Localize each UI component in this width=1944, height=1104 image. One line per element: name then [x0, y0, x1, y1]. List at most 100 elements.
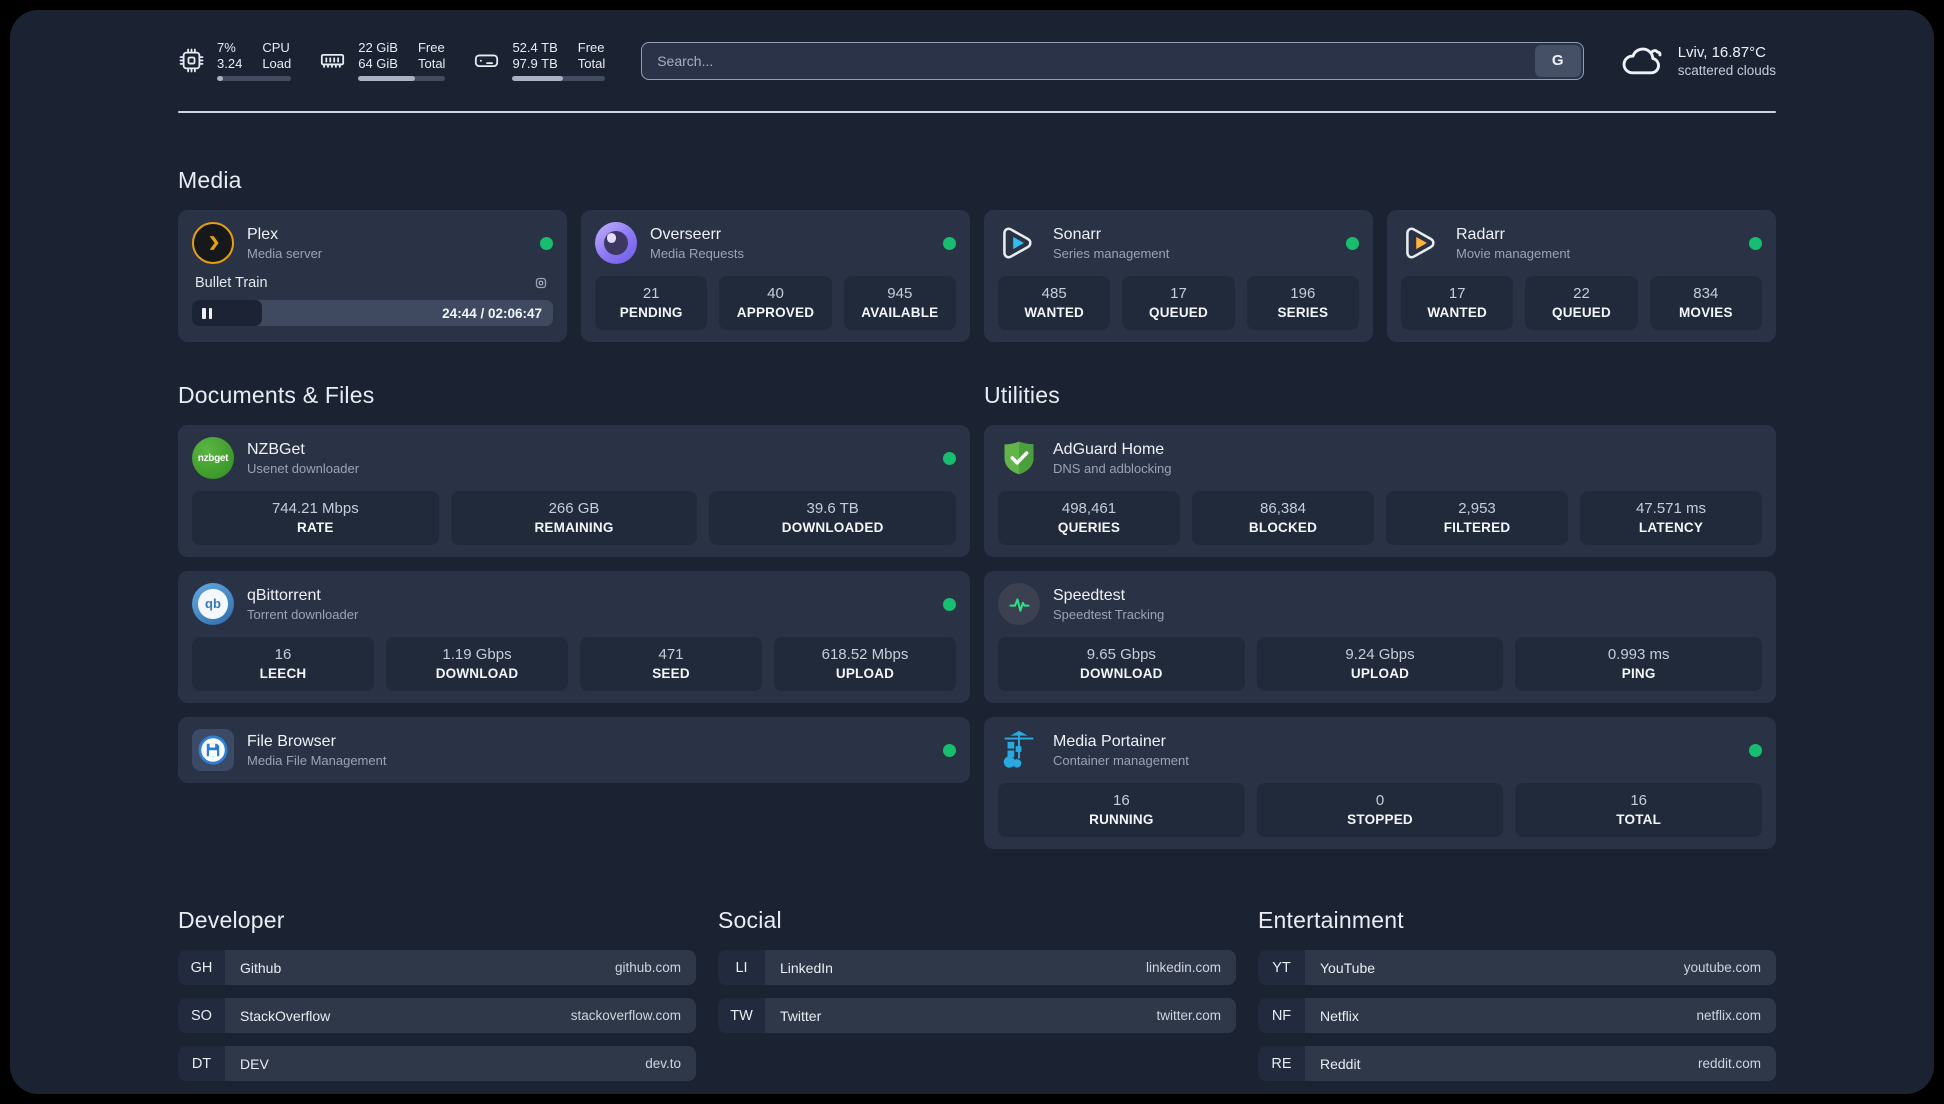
stat-label: STOPPED	[1347, 812, 1413, 827]
section-title-social: Social	[718, 907, 782, 933]
stat-value: 0.993 ms	[1607, 646, 1670, 663]
app-card-speedtest[interactable]: Speedtest Speedtest Tracking 9.65 Gbps D…	[984, 571, 1776, 703]
cpu-icon	[179, 48, 204, 73]
stat-queries: 498,461 QUERIES	[998, 491, 1180, 545]
bookmark-url: youtube.com	[1683, 960, 1761, 975]
app-name: Plex	[247, 225, 279, 243]
status-online-dot	[1749, 236, 1762, 250]
bookmark-netflix[interactable]: NF Netflix netflix.com	[1258, 998, 1776, 1033]
stat-download: 1.19 Gbps DOWNLOAD	[386, 637, 568, 691]
bookmark-url: linkedin.com	[1145, 960, 1221, 975]
stat-blocked: 86,384 BLOCKED	[1192, 491, 1374, 545]
playback-progress-bar: 24:44 / 02:06:47	[192, 300, 553, 326]
status-online-dot	[943, 236, 956, 250]
bookmark-dev[interactable]: DT DEV dev.to	[178, 1046, 696, 1081]
app-description: Series management	[1053, 245, 1170, 261]
status-online-dot	[1346, 236, 1359, 250]
stat-value: 744.21 Mbps	[271, 500, 359, 517]
bookmark-abbr: DT	[178, 1046, 225, 1081]
app-card-filebrowser[interactable]: File Browser Media File Management	[178, 717, 970, 783]
bookmark-url: twitter.com	[1156, 1008, 1221, 1023]
app-description: Movie management	[1456, 245, 1571, 261]
stat-wanted: 17 WANTED	[1401, 276, 1514, 330]
app-card-radarr[interactable]: Radarr Movie management 17 WANTED 22 QUE…	[1387, 210, 1776, 342]
weather-widget: Lviv, 16.87°C scattered clouds	[1620, 44, 1776, 78]
stat-value: 945	[887, 285, 913, 302]
gear-icon[interactable]	[532, 274, 550, 292]
stat-value: 196	[1290, 285, 1316, 302]
stat-value: 618.52 Mbps	[821, 646, 909, 663]
stat-value: 266 GB	[548, 500, 600, 517]
entertainment-column: Entertainment YT YouTube youtube.com NF …	[1258, 907, 1776, 1081]
app-name: Radarr	[1456, 225, 1505, 243]
stat-available: 945 AVAILABLE	[843, 276, 956, 330]
stat-value: 0	[1375, 792, 1385, 809]
bookmark-stackoverflow[interactable]: SO StackOverflow stackoverflow.com	[178, 998, 696, 1033]
search-engine-button[interactable]: G	[1534, 44, 1581, 77]
stat-label: DOWNLOAD	[1080, 666, 1163, 681]
stat-value: 16	[1112, 792, 1130, 809]
app-name: Sonarr	[1053, 225, 1102, 243]
bookmark-url: reddit.com	[1697, 1056, 1761, 1071]
app-name: Speedtest	[1053, 586, 1126, 604]
status-online-dot	[943, 743, 956, 757]
bookmark-name: Github	[240, 959, 282, 976]
app-description: Media Requests	[650, 245, 744, 261]
disk-free-value: 52.4 TB	[512, 40, 558, 55]
bookmark-github[interactable]: GH Github github.com	[178, 950, 696, 985]
cloud-icon	[1622, 47, 1662, 74]
cpu-load-label: Load	[262, 56, 292, 71]
stat-value: 21	[642, 285, 660, 302]
qbittorrent-icon: qb	[192, 583, 234, 625]
ram-icon	[321, 53, 345, 68]
stat-series: 196 SERIES	[1246, 276, 1359, 330]
stat-label: QUERIES	[1057, 520, 1121, 535]
app-name: Media Portainer	[1053, 732, 1166, 750]
stat-value: 471	[658, 646, 684, 663]
bookmark-linkedin[interactable]: LI LinkedIn linkedin.com	[718, 950, 1236, 985]
utilities-column: Utilities AdGuard Home DNS and adblockin…	[984, 382, 1776, 849]
bookmark-abbr: NF	[1258, 998, 1305, 1033]
app-card-overseerr[interactable]: Overseerr Media Requests 21 PENDING 40 A…	[581, 210, 970, 342]
app-card-nzbget[interactable]: nzbget NZBGet Usenet downloader 744.21 M…	[178, 425, 970, 557]
ram-total-label: Total	[417, 56, 446, 71]
app-description: Speedtest Tracking	[1053, 606, 1165, 622]
app-card-qbittorrent[interactable]: qb qBittorrent Torrent downloader 16 LEE…	[178, 571, 970, 703]
stat-value: 2,953	[1458, 500, 1496, 517]
bookmark-twitter[interactable]: TW Twitter twitter.com	[718, 998, 1236, 1033]
stat-label: TOTAL	[1616, 812, 1662, 827]
app-name: File Browser	[247, 732, 336, 750]
app-description: DNS and adblocking	[1053, 460, 1172, 476]
disk-stat: 52.4 TB 97.9 TB Free Total	[473, 40, 606, 81]
bookmark-reddit[interactable]: RE Reddit reddit.com	[1258, 1046, 1776, 1081]
stat-label: PING	[1621, 666, 1656, 681]
search-bar: G	[641, 41, 1584, 80]
adguard-icon	[998, 437, 1040, 479]
stat-label: WANTED	[1427, 305, 1488, 320]
section-title-media: Media	[178, 167, 242, 193]
stat-remaining: 266 GB REMAINING	[450, 491, 698, 545]
stat-label: UPLOAD	[835, 666, 895, 681]
search-input[interactable]	[641, 41, 1584, 80]
bookmark-abbr: TW	[718, 998, 765, 1033]
bookmark-youtube[interactable]: YT YouTube youtube.com	[1258, 950, 1776, 985]
stat-label: BLOCKED	[1248, 520, 1318, 535]
bookmark-abbr: GH	[178, 950, 225, 985]
app-card-sonarr[interactable]: Sonarr Series management 485 WANTED 17 Q…	[984, 210, 1373, 342]
ram-total-value: 64 GiB	[358, 56, 398, 71]
header-divider	[178, 111, 1776, 113]
stat-label: QUEUED	[1149, 305, 1208, 320]
stat-total: 16 TOTAL	[1515, 783, 1763, 837]
stat-approved: 40 APPROVED	[719, 276, 832, 330]
app-card-adguard[interactable]: AdGuard Home DNS and adblocking 498,461 …	[984, 425, 1776, 557]
stat-leech: 16 LEECH	[192, 637, 374, 691]
ram-free-label: Free	[417, 40, 445, 55]
system-stats: 7% 3.24 CPU Load 22 GiB 64 GiB Free Tota…	[178, 40, 606, 81]
plex-now-playing: Bullet Train 24:44 / 02:06:47	[192, 274, 553, 326]
stat-label: MOVIES	[1678, 305, 1733, 320]
stat-latency: 47.571 ms LATENCY	[1580, 491, 1762, 545]
app-card-plex[interactable]: Plex Media server Bullet Train 24:44 / 0…	[178, 210, 567, 342]
stat-wanted: 485 WANTED	[998, 276, 1111, 330]
app-card-portainer[interactable]: Media Portainer Container management 16 …	[984, 717, 1776, 849]
stat-queued: 17 QUEUED	[1122, 276, 1235, 330]
